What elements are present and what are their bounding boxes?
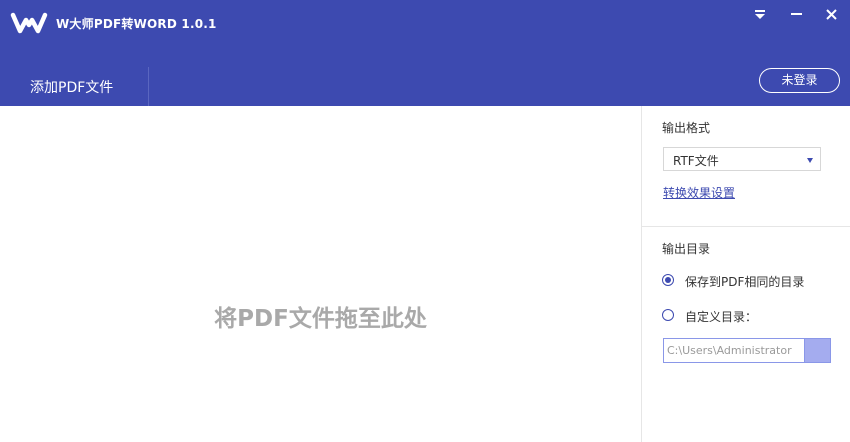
output-dir-label: 输出目录 bbox=[662, 242, 711, 256]
dropdown-menu-icon bbox=[755, 10, 765, 19]
close-icon bbox=[826, 9, 837, 20]
drop-hint: 将PDF文件拖至此处 bbox=[214, 306, 427, 332]
browse-dir-button[interactable] bbox=[804, 338, 831, 363]
section-divider bbox=[642, 226, 850, 227]
w-logo-icon bbox=[10, 12, 48, 34]
output-format-select[interactable]: RTF文件 bbox=[663, 147, 821, 171]
minimize-button[interactable] bbox=[786, 6, 808, 24]
effect-settings-link[interactable]: 转换效果设置 bbox=[663, 184, 735, 201]
tab-divider bbox=[148, 67, 149, 106]
radio-unchecked-icon[interactable] bbox=[662, 309, 674, 321]
dropdown-menu-button[interactable] bbox=[749, 6, 771, 24]
chevron-down-icon bbox=[807, 158, 813, 163]
login-button[interactable]: 未登录 bbox=[759, 68, 840, 93]
pdf-drop-zone[interactable]: 将PDF文件拖至此处 bbox=[0, 106, 641, 442]
radio-checked-icon[interactable] bbox=[662, 274, 674, 286]
minimize-icon bbox=[791, 13, 802, 15]
app-title: W大师PDF转WORD 1.0.1 bbox=[56, 17, 217, 31]
settings-panel: 输出格式 RTF文件 转换效果设置 输出目录 保存到PDF相同的目录 自定义目录… bbox=[641, 106, 850, 442]
add-pdf-label: 添加PDF文件 bbox=[30, 80, 114, 96]
output-format-label: 输出格式 bbox=[662, 121, 711, 135]
close-button[interactable] bbox=[821, 6, 843, 24]
add-pdf-button[interactable]: 添加PDF文件 bbox=[0, 67, 149, 106]
output-format-value: RTF文件 bbox=[673, 154, 719, 168]
radio-custom-dir-label: 自定义目录： bbox=[685, 310, 758, 324]
title-bar: W大师PDF转WORD 1.0.1 添加PDF文件 未登录 bbox=[0, 0, 850, 106]
custom-dir-input[interactable] bbox=[663, 338, 805, 363]
radio-same-dir-label: 保存到PDF相同的目录 bbox=[685, 275, 805, 289]
